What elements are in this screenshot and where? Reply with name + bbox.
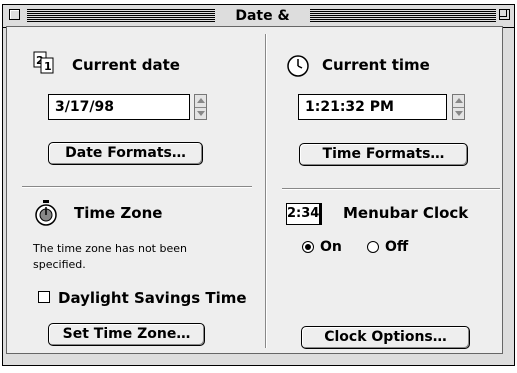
time-stepper[interactable] (452, 94, 465, 120)
title-stripes-right (310, 9, 496, 22)
right-divider (282, 188, 500, 189)
time-field[interactable]: 1:21:32 PM (298, 94, 447, 120)
stopwatch-icon (35, 200, 57, 226)
time-zone-message-line2: specified. (33, 258, 86, 271)
menubar-clock-icon-text: 2:34 (287, 206, 320, 221)
close-box[interactable] (9, 9, 20, 20)
menubar-clock-icon: 2:34 (286, 203, 322, 225)
date-field[interactable]: 3/17/98 (48, 94, 190, 120)
set-time-zone-button[interactable]: Set Time Zone… (48, 323, 205, 346)
calendar-icon: 2 1 (33, 51, 54, 74)
time-formats-button[interactable]: Time Formats… (299, 143, 468, 166)
left-divider (22, 186, 252, 187)
clock-icon (287, 55, 309, 77)
daylight-savings-checkbox[interactable] (38, 291, 50, 303)
vertical-divider (265, 34, 266, 348)
current-time-heading: Current time (322, 56, 430, 74)
date-formats-button[interactable]: Date Formats… (48, 142, 203, 165)
clock-off-label[interactable]: Off (385, 238, 408, 256)
daylight-savings-label[interactable]: Daylight Savings Time (58, 289, 247, 307)
clock-on-label[interactable]: On (320, 238, 342, 256)
menubar-clock-heading: Menubar Clock (343, 204, 469, 222)
clock-off-radio[interactable] (367, 241, 379, 253)
time-zone-message-line1: The time zone has not been (33, 242, 187, 255)
clock-options-button[interactable]: Clock Options… (301, 326, 470, 349)
svg-text:1: 1 (44, 60, 52, 73)
date-stepper[interactable] (194, 94, 207, 120)
time-zone-heading: Time Zone (74, 204, 163, 222)
current-date-heading: Current date (72, 56, 180, 74)
title-stripes-left (27, 9, 215, 22)
clock-on-radio[interactable] (302, 241, 314, 253)
zoom-box[interactable] (499, 9, 510, 20)
title-bar[interactable]: Date & Time (3, 5, 514, 43)
